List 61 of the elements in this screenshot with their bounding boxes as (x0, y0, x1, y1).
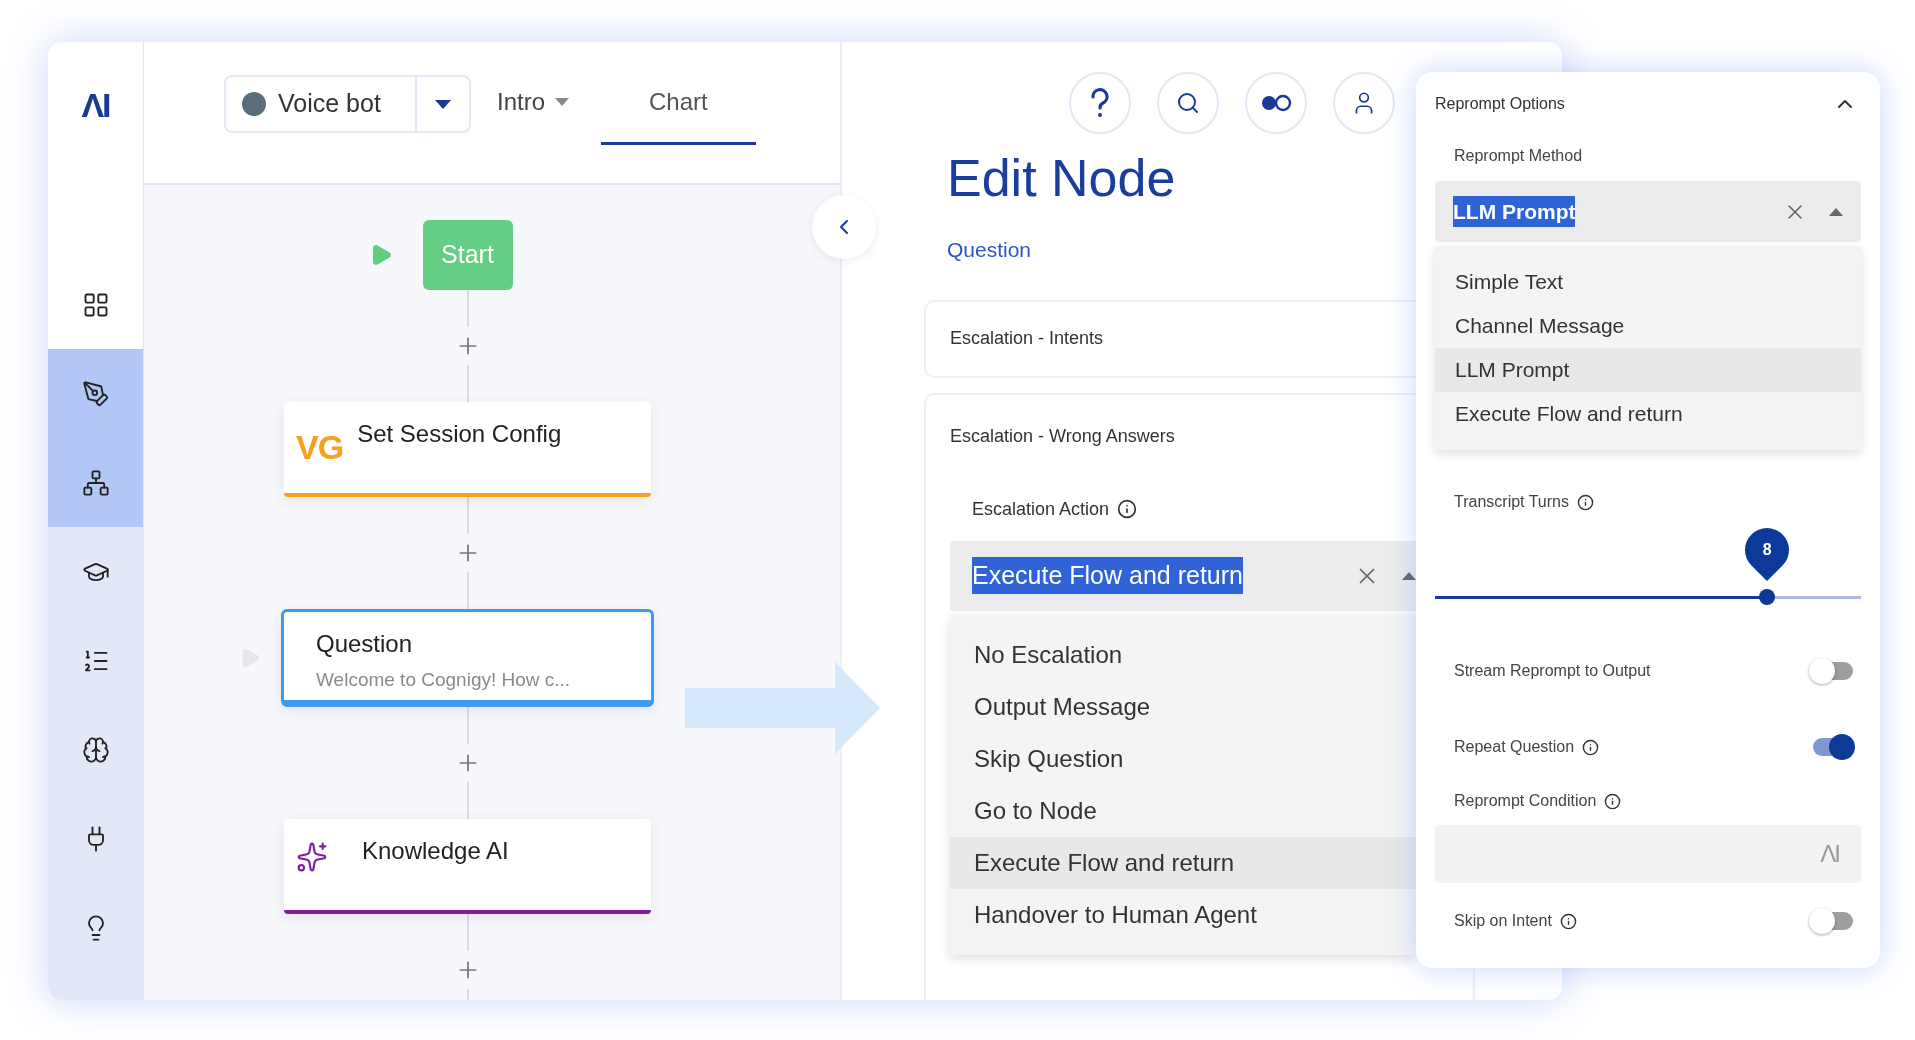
dropdown-option[interactable]: No Escalation (950, 628, 1416, 681)
help-icon (1090, 88, 1110, 118)
info-icon[interactable] (1604, 792, 1622, 810)
toggle-switch[interactable] (1809, 907, 1853, 935)
flow-node[interactable]: VG Set Session Config (284, 402, 651, 497)
dropdown-option[interactable]: Channel Message (1435, 304, 1861, 348)
panel-heading: Reprompt Options (1435, 94, 1565, 114)
setting-label: Stream Reprompt to Output (1454, 661, 1651, 681)
select-field[interactable]: Execute Flow and return (950, 540, 1416, 611)
field-label: Reprompt Method (1453, 146, 1584, 166)
setting-label: Skip on Intent (1454, 911, 1552, 931)
toggle-switch[interactable] (1809, 657, 1853, 685)
section-title[interactable]: Escalation - Wrong Answers (950, 425, 1175, 446)
info-icon[interactable] (1559, 912, 1577, 930)
sidebar-item[interactable] (48, 438, 143, 527)
node-subtitle: Welcome to Cognigy! How c... (316, 668, 571, 692)
slider-value: 8 (1762, 540, 1772, 560)
bot-name: Voice bot (278, 88, 381, 120)
bot-selector[interactable]: Voice bot (224, 75, 471, 133)
slider-thumb[interactable] (1759, 589, 1776, 605)
pen-icon (81, 379, 110, 408)
section-title[interactable]: Escalation - Intents (950, 325, 1104, 352)
info-icon[interactable] (1117, 499, 1138, 519)
tab[interactable]: Chart (601, 61, 756, 145)
info-icon[interactable] (1582, 738, 1600, 756)
node-title: Set Session Config (357, 419, 562, 449)
panel-title: Edit Node (947, 148, 1176, 209)
caret-icon[interactable] (1402, 571, 1416, 580)
setting-label: Reprompt Condition (1454, 791, 1597, 811)
brain-icon (81, 735, 110, 764)
sidebar-item[interactable] (48, 260, 143, 349)
dropdown-option[interactable]: LLM Prompt (1435, 348, 1861, 392)
flow-node[interactable]: Knowledge AI (284, 819, 651, 914)
dropdown-option[interactable]: Handover to Human Agent (950, 888, 1416, 941)
flow-node[interactable]: Question Welcome to Cognigy! How c... (281, 609, 654, 707)
setting-label: Repeat Question (1454, 737, 1575, 757)
tab[interactable]: Intro (497, 61, 576, 145)
dropdown-option[interactable]: Output Message (950, 680, 1416, 733)
field-label: Escalation Action (972, 497, 1110, 521)
toggle-icon (1260, 94, 1292, 112)
sidebar-item[interactable] (48, 349, 143, 438)
dropdown-option[interactable]: Skip Question (950, 732, 1416, 785)
logo[interactable]: ΛI (81, 79, 110, 131)
dropdown-option[interactable]: Go to Node (950, 784, 1416, 837)
sparkles-icon (296, 841, 328, 873)
arrow-icon (685, 662, 880, 754)
dropdown-option[interactable]: Simple Text (1435, 260, 1861, 304)
caret-icon[interactable] (1829, 207, 1843, 216)
node-type-label: Question (947, 237, 1032, 263)
selected-value: Execute Flow and return (972, 556, 1243, 595)
field-label: Transcript Turns (1454, 492, 1569, 512)
dropdown-option[interactable]: Execute Flow and return (950, 836, 1416, 889)
dropdown-option[interactable]: Execute Flow and return (1435, 392, 1861, 436)
info-icon[interactable] (1577, 493, 1594, 511)
caret-icon[interactable] (435, 99, 451, 109)
search-icon (1176, 91, 1200, 115)
node-title: Knowledge AI (362, 836, 509, 866)
hierarchy-icon (81, 468, 110, 497)
vg-logo: VG (296, 430, 344, 464)
node-title: Question (316, 629, 414, 659)
caret-icon (555, 97, 570, 106)
